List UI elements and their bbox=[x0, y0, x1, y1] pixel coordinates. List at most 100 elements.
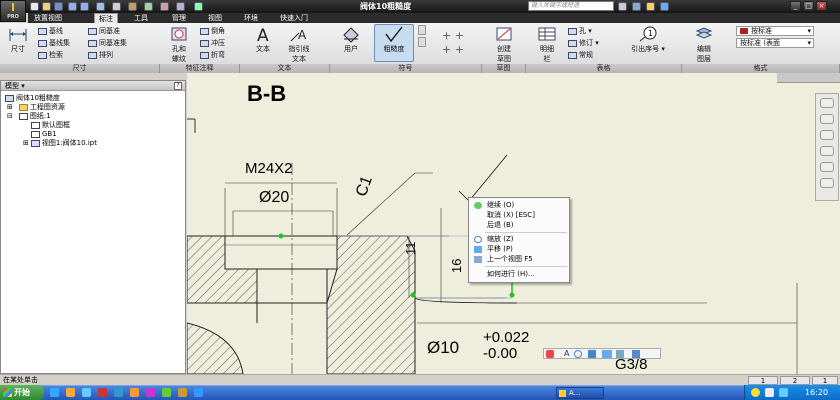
zoom-selected-icon[interactable] bbox=[820, 162, 834, 172]
app-icon-6[interactable] bbox=[178, 388, 187, 397]
ordinate-button[interactable]: 同基准 bbox=[88, 26, 120, 36]
zoom-icon[interactable] bbox=[820, 130, 834, 140]
tree-node-sheet[interactable]: ⊟ 图纸:1 bbox=[7, 112, 51, 121]
start-button[interactable]: 开始 bbox=[0, 385, 44, 400]
hole-table-button[interactable]: 孔 ▾ bbox=[568, 26, 592, 36]
parts-list-button[interactable]: 明细 栏 bbox=[532, 25, 562, 64]
user-symbol-button[interactable]: 用户 bbox=[334, 25, 368, 54]
collapse-icon[interactable]: ⊟ bbox=[7, 112, 13, 120]
symbols-scroll-up-button[interactable] bbox=[418, 25, 426, 35]
text-style-icon[interactable]: A bbox=[564, 349, 569, 358]
app-icon-5[interactable] bbox=[162, 388, 171, 397]
search-input[interactable]: 键入关键字或短语 bbox=[528, 1, 614, 11]
redo-icon[interactable] bbox=[80, 2, 89, 11]
app-icon-7[interactable] bbox=[194, 388, 203, 397]
leader-icon[interactable] bbox=[588, 350, 596, 358]
chevron-down-icon[interactable]: ▾ bbox=[21, 82, 25, 90]
datum-target-icon[interactable]: + + bbox=[442, 43, 464, 56]
maximize-button[interactable]: □ bbox=[803, 1, 814, 11]
punch-button[interactable]: 冲压 bbox=[200, 38, 225, 48]
tab-manage[interactable]: 管理 bbox=[168, 13, 190, 23]
balloon-button[interactable]: 1 引出序号 ▾ bbox=[622, 25, 674, 54]
select-icon[interactable] bbox=[96, 2, 105, 11]
retrieve-button[interactable]: 检索 bbox=[38, 50, 63, 60]
settings-icon[interactable] bbox=[632, 350, 640, 358]
layer-dropdown[interactable]: 按标准 (表面 ▾ bbox=[736, 38, 814, 48]
tree-node-titleblock[interactable]: GB1 bbox=[31, 130, 57, 139]
bend-button[interactable]: 折弯 bbox=[200, 50, 225, 60]
expand-icon[interactable]: ⊞ bbox=[7, 103, 13, 111]
tray-icon-2[interactable] bbox=[765, 388, 774, 397]
desktop-icon[interactable] bbox=[82, 388, 91, 397]
arrange-button[interactable]: 排列 bbox=[88, 50, 113, 60]
print-icon[interactable] bbox=[112, 2, 121, 11]
new-file-icon[interactable] bbox=[30, 2, 39, 11]
browser-title[interactable]: 模型 bbox=[5, 82, 19, 90]
tab-place-views[interactable]: 放置视图 bbox=[30, 13, 66, 23]
help-icon[interactable] bbox=[660, 2, 669, 11]
favorites-icon[interactable] bbox=[646, 2, 655, 11]
hole-thread-button[interactable]: 孔和 螺纹 bbox=[165, 25, 193, 64]
undo-icon[interactable] bbox=[68, 2, 77, 11]
expand-icon[interactable]: ⊞ bbox=[23, 139, 29, 147]
tree-node-view[interactable]: ⊞ 视图1:阀体10.ipt bbox=[23, 139, 97, 148]
create-sketch-button[interactable]: 创建 草图 bbox=[488, 25, 520, 64]
tolerance-upper[interactable]: +0.022 bbox=[483, 329, 529, 346]
diameter-dimension[interactable]: Ø20 bbox=[259, 189, 289, 207]
save-icon[interactable] bbox=[54, 2, 63, 11]
tab-get-started[interactable]: 快速入门 bbox=[276, 13, 312, 23]
tab-annotate[interactable]: 标注 bbox=[94, 13, 118, 23]
minimize-button[interactable]: _ bbox=[790, 1, 801, 11]
taskbar-task-inventor[interactable]: A... bbox=[556, 387, 604, 399]
baseline-button[interactable]: 基线 bbox=[38, 26, 63, 36]
surface-texture-button[interactable]: 粗糙度 bbox=[374, 24, 414, 62]
rotate-icon[interactable] bbox=[574, 350, 582, 358]
ordinate-set-button[interactable]: 同基准集 bbox=[88, 38, 127, 48]
menu-item-how-to[interactable]: 如何进行 (H)... bbox=[471, 269, 568, 279]
style-dropdown[interactable]: 按标准 ▾ bbox=[736, 26, 814, 36]
menu-item-cancel[interactable]: 取消 (X) [ESC] bbox=[471, 210, 568, 220]
tab-view[interactable]: 视图 bbox=[204, 13, 226, 23]
leader-text-button[interactable]: A 指引线 文本 bbox=[282, 25, 316, 64]
keyboard-icon[interactable] bbox=[602, 350, 612, 358]
tray-icon-1[interactable] bbox=[751, 388, 760, 397]
help-icon[interactable]: ? bbox=[174, 82, 182, 90]
tab-environments[interactable]: 环境 bbox=[240, 13, 262, 23]
open-file-icon[interactable] bbox=[42, 2, 51, 11]
clock[interactable]: 16:20 bbox=[805, 385, 828, 400]
edit-icon[interactable] bbox=[616, 350, 624, 358]
search-binoculars-icon[interactable] bbox=[618, 2, 627, 11]
edit-layers-button[interactable]: 编辑 图层 bbox=[688, 25, 720, 64]
menu-item-zoom[interactable]: 缩放 (Z) bbox=[471, 234, 568, 244]
dimension-11[interactable]: 11 bbox=[403, 242, 418, 256]
media-icon[interactable] bbox=[66, 388, 75, 397]
menu-item-pan[interactable]: 平移 (P) bbox=[471, 244, 568, 254]
material-icon[interactable] bbox=[128, 2, 137, 11]
communication-center-icon[interactable] bbox=[632, 2, 641, 11]
app-icon-3[interactable] bbox=[130, 388, 139, 397]
close-button[interactable]: × bbox=[816, 1, 827, 11]
menu-item-continue[interactable]: 继续 (O) bbox=[471, 200, 568, 210]
text-button[interactable]: A 文本 bbox=[248, 25, 278, 54]
baseline-set-button[interactable]: 基线集 bbox=[38, 38, 70, 48]
tab-tools[interactable]: 工具 bbox=[130, 13, 152, 23]
app-icon-4[interactable] bbox=[146, 388, 155, 397]
application-menu-button[interactable]: I PRO bbox=[0, 0, 26, 22]
zoom-window-icon[interactable] bbox=[820, 146, 834, 156]
volume-icon[interactable] bbox=[779, 388, 788, 397]
style-icon[interactable] bbox=[546, 350, 554, 358]
dimension-16[interactable]: 16 bbox=[449, 259, 464, 273]
steering-wheel-icon[interactable] bbox=[820, 98, 834, 108]
thread-dimension[interactable]: M24X2 bbox=[245, 160, 293, 177]
revision-table-button[interactable]: 修订 ▾ bbox=[568, 38, 599, 48]
customize-icon[interactable] bbox=[194, 2, 203, 11]
menu-item-previous-view[interactable]: 上一个视图 F5 bbox=[471, 254, 568, 264]
tolerance-lower[interactable]: -0.00 bbox=[483, 345, 517, 362]
appearance-icon[interactable] bbox=[144, 2, 153, 11]
update-icon[interactable] bbox=[160, 2, 169, 11]
chamfer-button[interactable]: 倒角 bbox=[200, 26, 225, 36]
tolerance-diameter[interactable]: Ø10 bbox=[427, 338, 459, 358]
menu-item-back[interactable]: 后退 (B) bbox=[471, 220, 568, 230]
app-icon-1[interactable] bbox=[98, 388, 107, 397]
tree-node-root[interactable]: 阀体10粗糙度 bbox=[5, 94, 60, 103]
